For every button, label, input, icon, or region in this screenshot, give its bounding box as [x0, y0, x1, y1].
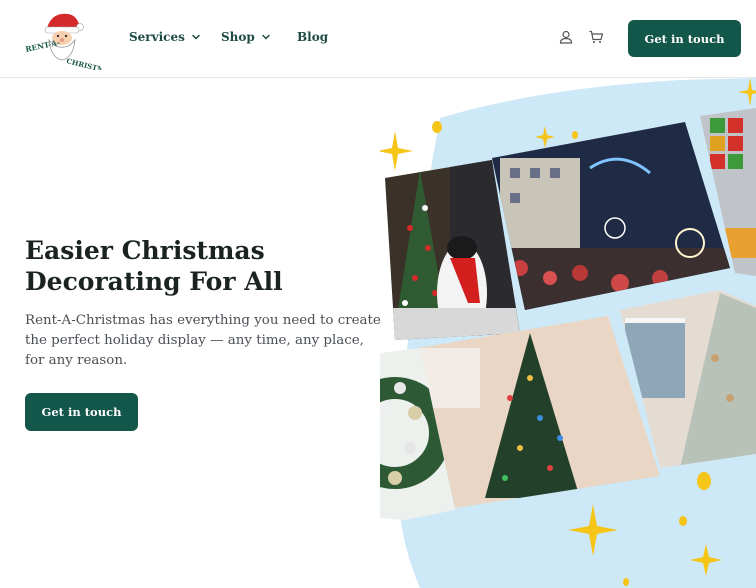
- hero-title: Easier Christmas Decorating For All: [25, 236, 283, 296]
- nav-services[interactable]: Services: [129, 30, 201, 44]
- rent-a-christmas-logo[interactable]: RENT-A- CHRISTMAS: [22, 6, 116, 77]
- user-icon[interactable]: [558, 29, 574, 45]
- site-header: RENT-A- CHRISTMAS Services Shop Blog Get…: [0, 0, 756, 78]
- chevron-down-icon: [192, 34, 200, 40]
- svg-text:CHRISTMAS: CHRISTMAS: [66, 56, 102, 70]
- nav-blog[interactable]: Blog: [297, 30, 328, 44]
- hero-subtitle: Rent-A-Christmas has everything you need…: [25, 313, 381, 368]
- get-in-touch-button[interactable]: Get in touch: [628, 20, 741, 57]
- hero-photo-collage: [380, 78, 756, 588]
- nav-blog-label: Blog: [297, 30, 329, 44]
- hero-get-in-touch-button[interactable]: Get in touch: [25, 393, 138, 431]
- chevron-down-icon: [262, 34, 270, 40]
- nav-shop-label: Shop: [221, 30, 255, 44]
- cart-icon[interactable]: [588, 29, 604, 45]
- nav-shop[interactable]: Shop: [221, 30, 271, 44]
- nav-services-label: Services: [129, 30, 185, 44]
